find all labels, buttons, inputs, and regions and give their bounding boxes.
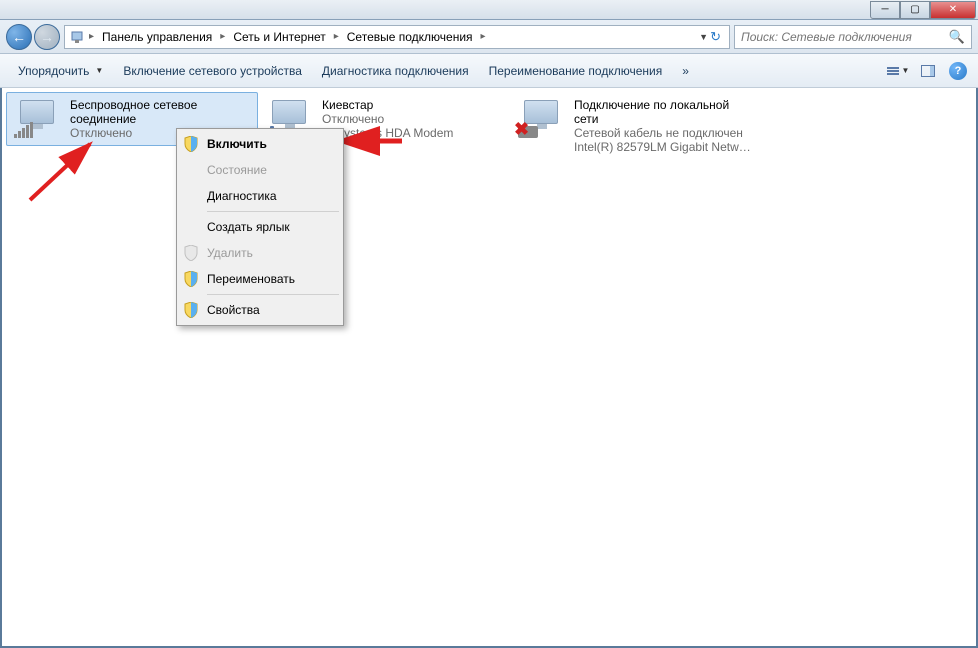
minimize-button[interactable]: ─ [870, 1, 900, 19]
back-button[interactable]: ← [6, 24, 32, 50]
menu-label: Включить [207, 137, 267, 151]
chevron-right-icon: ▸ [334, 31, 339, 42]
organize-label: Упорядочить [18, 64, 89, 78]
shield-icon [183, 245, 199, 261]
connection-status: Сетевой кабель не подключен [574, 126, 754, 140]
refresh-icon[interactable]: ↻ [710, 29, 721, 45]
connection-text: Подключение по локальной сети Сетевой ка… [574, 98, 754, 154]
connection-name: Киевстар [322, 98, 502, 112]
panel-icon [921, 65, 935, 77]
wifi-adapter-icon [14, 98, 62, 138]
search-icon: 🔍 [949, 29, 965, 45]
help-button[interactable]: ? [946, 59, 970, 83]
menu-properties[interactable]: Свойства [179, 297, 341, 323]
preview-pane-button[interactable] [916, 59, 940, 83]
connection-detail: re Systems HDA Modem [322, 126, 502, 140]
breadcrumb-item[interactable]: Сетевые подключения [343, 28, 477, 46]
ethernet-adapter-icon: ✖ [518, 98, 566, 138]
shield-icon [183, 271, 199, 287]
view-mode-button[interactable]: ▼ [886, 59, 910, 83]
nav-arrows: ← → [6, 24, 60, 50]
breadcrumb[interactable]: ▸ Панель управления ▸ Сеть и Интернет ▸ … [64, 25, 730, 49]
menu-enable[interactable]: Включить [179, 131, 341, 157]
breadcrumb-actions: ▼ ↻ [699, 29, 725, 45]
chevron-right-icon: ▸ [220, 31, 225, 42]
rename-button[interactable]: Переименование подключения [479, 58, 673, 84]
blank-icon [183, 162, 199, 178]
navigation-bar: ← → ▸ Панель управления ▸ Сеть и Интерне… [0, 20, 978, 54]
search-input[interactable] [741, 30, 949, 44]
network-icon [69, 29, 85, 45]
menu-label: Состояние [207, 163, 267, 177]
context-menu: Включить Состояние Диагностика Создать я… [176, 128, 344, 326]
shield-icon [183, 302, 199, 318]
connections-grid: Беспроводное сетевое соединение Отключен… [2, 88, 976, 164]
blank-icon [183, 188, 199, 204]
connection-item-ethernet[interactable]: ✖ Подключение по локальной сети Сетевой … [510, 92, 762, 160]
dropdown-icon: ▼ [95, 66, 103, 75]
shield-icon [183, 136, 199, 152]
toolbar-right: ▼ ? [886, 59, 970, 83]
forward-button[interactable]: → [34, 24, 60, 50]
menu-delete: Удалить [179, 240, 341, 266]
enable-device-button[interactable]: Включение сетевого устройства [113, 58, 312, 84]
connection-name: Подключение по локальной сети [574, 98, 754, 126]
menu-label: Переименовать [207, 272, 295, 286]
menu-label: Свойства [207, 303, 260, 317]
menu-diagnose[interactable]: Диагностика [179, 183, 341, 209]
menu-label: Создать ярлык [207, 220, 290, 234]
connection-detail: Intel(R) 82579LM Gigabit Network... [574, 140, 754, 154]
window-titlebar: ─ ▢ ✕ [0, 0, 978, 20]
chevron-right-icon: ▸ [481, 31, 486, 42]
menu-create-shortcut[interactable]: Создать ярлык [179, 214, 341, 240]
menu-status: Состояние [179, 157, 341, 183]
dropdown-icon: ▼ [902, 66, 910, 75]
search-box[interactable]: 🔍 [734, 25, 972, 49]
breadcrumb-item[interactable]: Сеть и Интернет [229, 28, 329, 46]
blank-icon [183, 219, 199, 235]
close-button[interactable]: ✕ [930, 1, 976, 19]
dropdown-icon[interactable]: ▼ [699, 32, 708, 42]
chevron-right-icon: ▸ [89, 31, 94, 42]
diagnose-button[interactable]: Диагностика подключения [312, 58, 479, 84]
connection-name: Беспроводное сетевое соединение [70, 98, 250, 126]
connection-text: Киевстар Отключено re Systems HDA Modem [322, 98, 502, 140]
help-icon: ? [949, 62, 967, 80]
menu-label: Удалить [207, 246, 253, 260]
menu-separator [207, 294, 339, 295]
window-controls: ─ ▢ ✕ [870, 1, 976, 19]
breadcrumb-item[interactable]: Панель управления [98, 28, 216, 46]
overflow-button[interactable]: » [672, 58, 699, 84]
menu-rename[interactable]: Переименовать [179, 266, 341, 292]
list-icon [887, 67, 899, 75]
command-toolbar: Упорядочить ▼ Включение сетевого устройс… [0, 54, 978, 88]
maximize-button[interactable]: ▢ [900, 1, 930, 19]
menu-separator [207, 211, 339, 212]
error-x-icon: ✖ [514, 119, 529, 140]
menu-label: Диагностика [207, 189, 277, 203]
organize-button[interactable]: Упорядочить ▼ [8, 58, 113, 84]
content-area: Беспроводное сетевое соединение Отключен… [2, 88, 976, 646]
connection-status: Отключено [322, 112, 502, 126]
